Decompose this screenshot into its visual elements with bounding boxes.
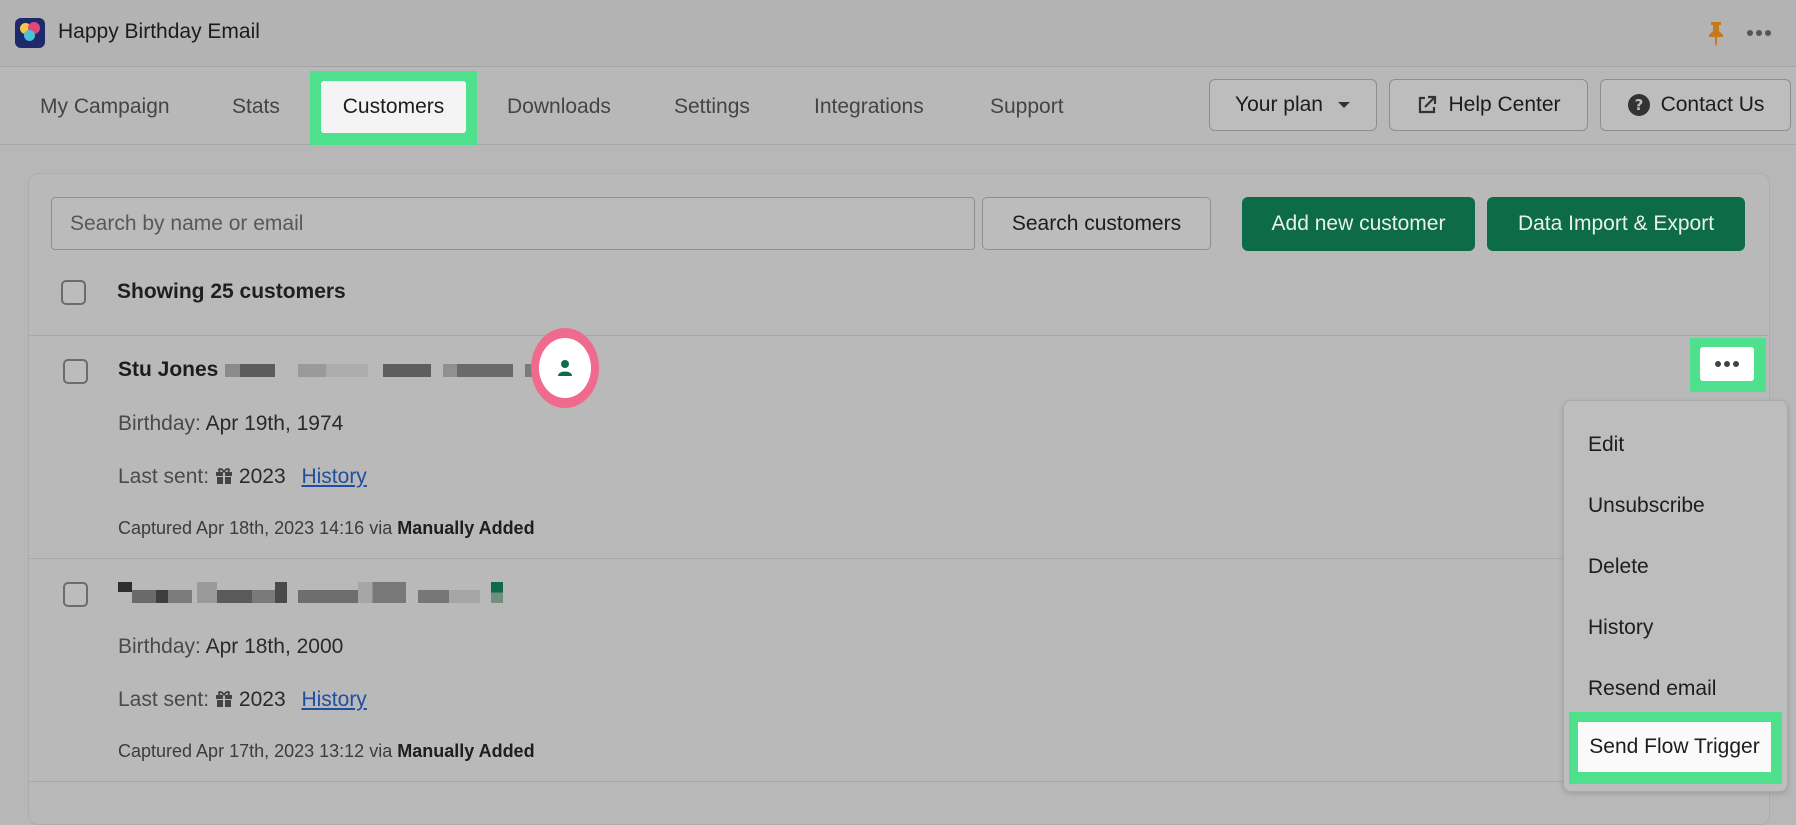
tab-stats[interactable]: Stats xyxy=(232,95,280,119)
tab-customers[interactable]: Customers xyxy=(321,81,466,133)
external-link-icon xyxy=(1419,95,1437,114)
row-divider xyxy=(29,558,1768,559)
help-center-button[interactable]: Help Center xyxy=(1389,79,1588,131)
tab-highlight: Customers xyxy=(310,71,477,145)
customer-profile-button[interactable] xyxy=(539,338,591,398)
help-center-label: Help Center xyxy=(1448,93,1561,116)
contact-us-button[interactable]: ? Contact Us xyxy=(1600,79,1791,131)
customer-birthday: Birthday: Apr 19th, 1974 xyxy=(118,412,344,435)
your-plan-button[interactable]: Your plan xyxy=(1209,79,1377,131)
gift-icon xyxy=(215,691,232,707)
row-divider xyxy=(29,781,1768,782)
tab-my-campaign[interactable]: My Campaign xyxy=(40,95,170,119)
tab-support[interactable]: Support xyxy=(990,95,1064,119)
showing-count: Showing 25 customers xyxy=(117,280,346,303)
data-import-export-button[interactable]: Data Import & Export xyxy=(1487,197,1745,251)
customer-checkbox[interactable] xyxy=(63,359,88,384)
menu-item-history[interactable]: History xyxy=(1588,616,1653,640)
menu-item-resend-email[interactable]: Resend email xyxy=(1588,677,1716,701)
customer-checkbox[interactable] xyxy=(63,582,88,607)
menu-item-edit[interactable]: Edit xyxy=(1588,433,1624,457)
tab-settings[interactable]: Settings xyxy=(674,95,750,119)
history-link[interactable]: History xyxy=(301,465,366,488)
customer-captured: Captured Apr 17th, 2023 13:12 via Manual… xyxy=(118,741,535,761)
add-new-customer-button[interactable]: Add new customer xyxy=(1242,197,1475,251)
customers-card xyxy=(28,173,1770,825)
more-options-icon[interactable] xyxy=(1745,20,1773,46)
pin-icon[interactable] xyxy=(1705,20,1727,46)
gift-icon xyxy=(215,468,232,484)
row-more-button[interactable] xyxy=(1700,347,1754,381)
person-highlight xyxy=(531,328,599,408)
app-title: Happy Birthday Email xyxy=(58,20,260,43)
customer-last-sent: Last sent: 2023 History xyxy=(118,465,367,488)
customer-last-sent: Last sent: 2023 History xyxy=(118,688,367,711)
tab-downloads[interactable]: Downloads xyxy=(507,95,611,119)
caret-down-icon xyxy=(1337,102,1350,108)
customer-birthday: Birthday: Apr 18th, 2000 xyxy=(118,635,344,658)
menu-item-unsubscribe[interactable]: Unsubscribe xyxy=(1588,494,1705,518)
customer-captured: Captured Apr 18th, 2023 14:16 via Manual… xyxy=(118,518,535,538)
title-bar: Happy Birthday Email xyxy=(0,0,1796,67)
row-divider xyxy=(29,335,1768,336)
menu-item-delete[interactable]: Delete xyxy=(1588,555,1649,579)
menu-item-highlight: Send Flow Trigger xyxy=(1569,712,1782,784)
contact-us-label: Contact Us xyxy=(1660,93,1765,116)
your-plan-label: Your plan xyxy=(1235,93,1323,116)
select-all-checkbox[interactable] xyxy=(61,280,86,305)
help-circle-icon: ? xyxy=(1627,94,1650,116)
ellipsis-icon xyxy=(1715,361,1739,367)
search-customers-button[interactable]: Search customers xyxy=(982,197,1211,250)
search-input[interactable] xyxy=(51,197,975,250)
tab-integrations[interactable]: Integrations xyxy=(814,95,924,119)
history-link[interactable]: History xyxy=(301,688,366,711)
more-button-highlight xyxy=(1690,338,1766,392)
person-icon xyxy=(558,360,572,376)
menu-item-send-flow-trigger[interactable]: Send Flow Trigger xyxy=(1578,722,1771,772)
app-logo-icon xyxy=(15,18,45,48)
customer-name: Stu Jones xyxy=(118,358,219,381)
svg-text:?: ? xyxy=(1634,96,1643,114)
